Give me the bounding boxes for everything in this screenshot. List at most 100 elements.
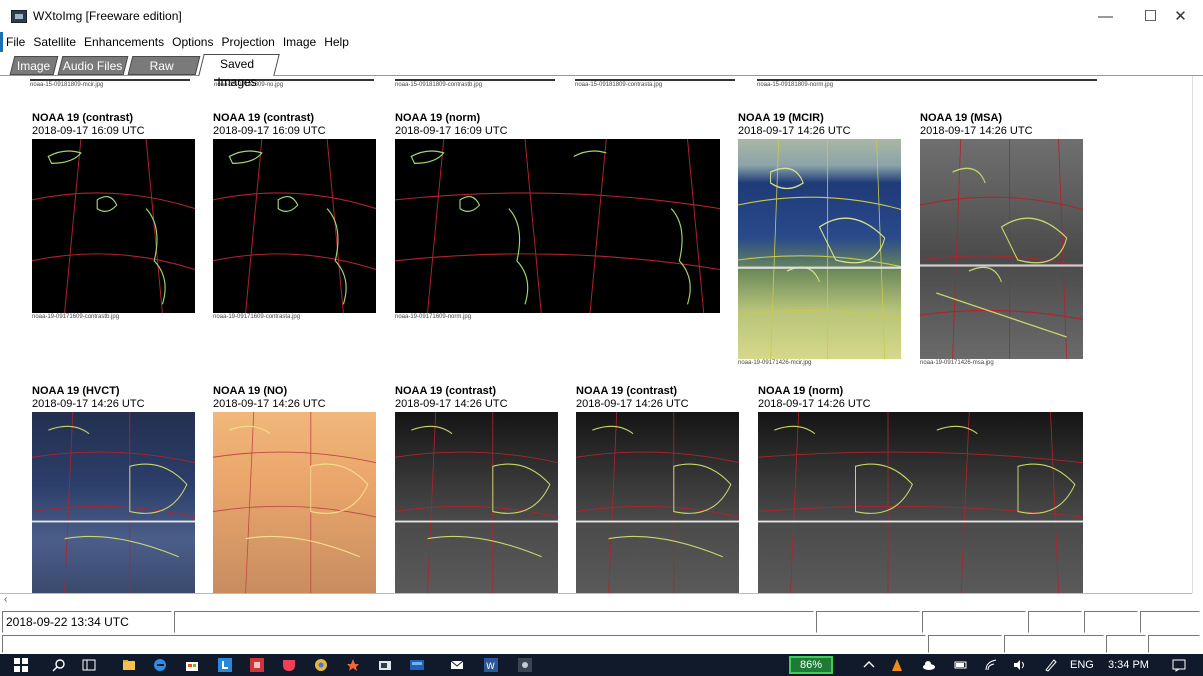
thumbnail-filename: noaa-15-09181809-mcir.jpg	[30, 82, 104, 88]
search-icon[interactable]	[52, 658, 66, 672]
window-title: WXtoImg [Freeware edition]	[33, 9, 182, 23]
thumbnail-item[interactable]: NOAA 19 (MCIR) 2018-09-17 14:26 UTC	[738, 112, 851, 137]
menu-help[interactable]: Help	[320, 35, 353, 49]
thumbnail-item[interactable]: NOAA 19 (HVCT) 2018-09-17 14:26 UTC	[32, 385, 145, 410]
status-cell	[928, 635, 1002, 653]
pocket-icon[interactable]	[282, 658, 296, 672]
clock[interactable]: 3:34 PM	[1108, 659, 1149, 671]
pen-icon[interactable]	[1044, 658, 1058, 672]
app-red-icon[interactable]	[250, 658, 264, 672]
satellite-image[interactable]	[738, 139, 901, 359]
minimize-button[interactable]: —	[1083, 0, 1128, 32]
thumbnail-item[interactable]: NOAA 19 (NO) 2018-09-17 14:26 UTC	[213, 385, 326, 410]
vertical-scrollbar[interactable]	[1192, 76, 1203, 593]
menu-projection[interactable]: Projection	[217, 35, 278, 49]
thumbnail-date: 2018-09-17 14:26 UTC	[576, 398, 689, 410]
menu-satellite[interactable]: Satellite	[29, 35, 80, 49]
horizontal-scrollbar[interactable]: ‹	[0, 593, 1192, 607]
mail-icon[interactable]	[450, 658, 464, 672]
menu-file[interactable]: File	[2, 35, 29, 49]
tab-raw-images[interactable]: Raw Images	[127, 56, 201, 91]
word-icon[interactable]: W	[484, 658, 498, 672]
wxtoimg-icon[interactable]	[378, 658, 392, 672]
saved-images-gallery: noaa-15-09181809-mcir.jpg noaa-15-091818…	[10, 76, 1190, 593]
windows-start-icon[interactable]	[14, 658, 28, 672]
partial-thumbnail	[395, 79, 555, 81]
status-cell	[1106, 635, 1146, 653]
thumbnail-date: 2018-09-17 16:09 UTC	[32, 125, 145, 137]
tab-saved-images[interactable]: Saved Images	[198, 54, 280, 89]
close-button[interactable]: ✕	[1158, 0, 1203, 32]
tab-image[interactable]: Image	[9, 56, 59, 75]
satellite-image[interactable]	[395, 412, 558, 593]
status-cell	[1084, 611, 1138, 633]
thumbnail-date: 2018-09-17 14:26 UTC	[213, 398, 326, 410]
thumbnail-item[interactable]: NOAA 19 (contrast) 2018-09-17 16:09 UTC	[32, 112, 145, 137]
satellite-image[interactable]	[32, 139, 195, 313]
edge-browser-icon[interactable]	[153, 658, 167, 672]
thumbnail-filename: noaa-19-09171426-msa.jpg	[920, 360, 994, 366]
thumbnail-item[interactable]: NOAA 19 (norm) 2018-09-17 16:09 UTC	[395, 112, 508, 137]
satellite-image[interactable]	[758, 412, 1083, 593]
status-cell	[1140, 611, 1200, 633]
thumbnail-item[interactable]: NOAA 19 (contrast) 2018-09-17 14:26 UTC	[576, 385, 689, 410]
thumbnail-filename: noaa-19-09171426-mcir.jpg	[738, 360, 812, 366]
satellite-image[interactable]	[576, 412, 739, 593]
language-indicator[interactable]: ENG	[1070, 659, 1094, 671]
chrome-icon[interactable]	[314, 658, 328, 672]
satellite-image[interactable]	[213, 139, 376, 313]
thumbnail-date: 2018-09-17 14:26 UTC	[32, 398, 145, 410]
thumbnail-date: 2018-09-17 16:09 UTC	[395, 125, 508, 137]
status-cell	[816, 611, 920, 633]
thumbnail-date: 2018-09-17 14:26 UTC	[758, 398, 871, 410]
status-bar: 2018-09-22 13:34 UTC	[0, 609, 1203, 654]
thumbnail-filename: noaa-15-09181809-contrastb.jpg	[395, 82, 483, 88]
battery-indicator[interactable]: 86%	[789, 656, 833, 674]
status-time: 2018-09-22 13:34 UTC	[6, 615, 129, 629]
chevron-up-icon[interactable]	[862, 658, 876, 672]
thumbnail-item[interactable]: NOAA 19 (MSA) 2018-09-17 14:26 UTC	[920, 112, 1033, 137]
file-explorer-icon[interactable]	[122, 658, 136, 672]
app-blue-icon[interactable]	[410, 658, 424, 672]
thumbnail-item[interactable]: NOAA 19 (norm) 2018-09-17 14:26 UTC	[758, 385, 871, 410]
volume-icon[interactable]	[1012, 658, 1026, 672]
satellite-image[interactable]	[395, 139, 720, 313]
satellite-image[interactable]	[32, 412, 195, 593]
thumbnail-title: NOAA 19 (MSA)	[920, 112, 1003, 124]
battery-icon[interactable]	[954, 658, 968, 672]
thumbnail-item[interactable]: NOAA 19 (contrast) 2018-09-17 16:09 UTC	[213, 112, 326, 137]
svg-text:W: W	[486, 662, 495, 672]
wifi-icon[interactable]	[984, 658, 998, 672]
cloud-icon[interactable]	[922, 658, 936, 672]
notifications-icon[interactable]	[1172, 658, 1186, 672]
satellite-image[interactable]	[920, 139, 1083, 359]
partial-thumbnail	[575, 79, 735, 81]
thumbnail-filename: noaa-19-09171609-norm.jpg	[395, 314, 472, 320]
task-view-icon[interactable]	[82, 658, 96, 672]
thumbnail-item[interactable]: NOAA 19 (contrast) 2018-09-17 14:26 UTC	[395, 385, 508, 410]
thumbnail-title: NOAA 19 (HVCT)	[32, 385, 120, 397]
menu-options[interactable]: Options	[168, 35, 217, 49]
store-icon[interactable]	[185, 658, 199, 672]
thumbnail-filename: noaa-15-09181809-norm.jpg	[757, 82, 834, 88]
partial-thumbnail	[30, 79, 190, 81]
menu-image[interactable]: Image	[279, 35, 320, 49]
app-l-icon[interactable]	[218, 658, 232, 672]
app-icon	[11, 10, 27, 23]
thumbnail-title: NOAA 19 (norm)	[395, 112, 481, 124]
status-cell	[922, 611, 1026, 633]
tab-strip: Image Audio Files Raw Images Saved Image…	[0, 52, 1203, 91]
tab-audio-files[interactable]: Audio Files	[57, 56, 129, 75]
thumbnail-date: 2018-09-17 16:09 UTC	[213, 125, 326, 137]
app-gray-icon[interactable]	[518, 658, 532, 672]
menu-enhancements[interactable]: Enhancements	[80, 35, 168, 49]
partial-thumbnail	[757, 79, 1097, 81]
scroll-left-arrow-icon[interactable]: ‹	[4, 594, 7, 605]
app-star-icon[interactable]	[346, 658, 360, 672]
thumbnail-title: NOAA 19 (contrast)	[32, 112, 134, 124]
satellite-image[interactable]	[213, 412, 376, 593]
thumbnail-date: 2018-09-17 14:26 UTC	[738, 125, 851, 137]
taskbar: W 86% ENG 3:34 PM	[0, 654, 1203, 676]
thumbnail-filename: noaa-19-09171609-contrastb.jpg	[32, 314, 120, 320]
vlc-icon[interactable]	[890, 658, 904, 672]
